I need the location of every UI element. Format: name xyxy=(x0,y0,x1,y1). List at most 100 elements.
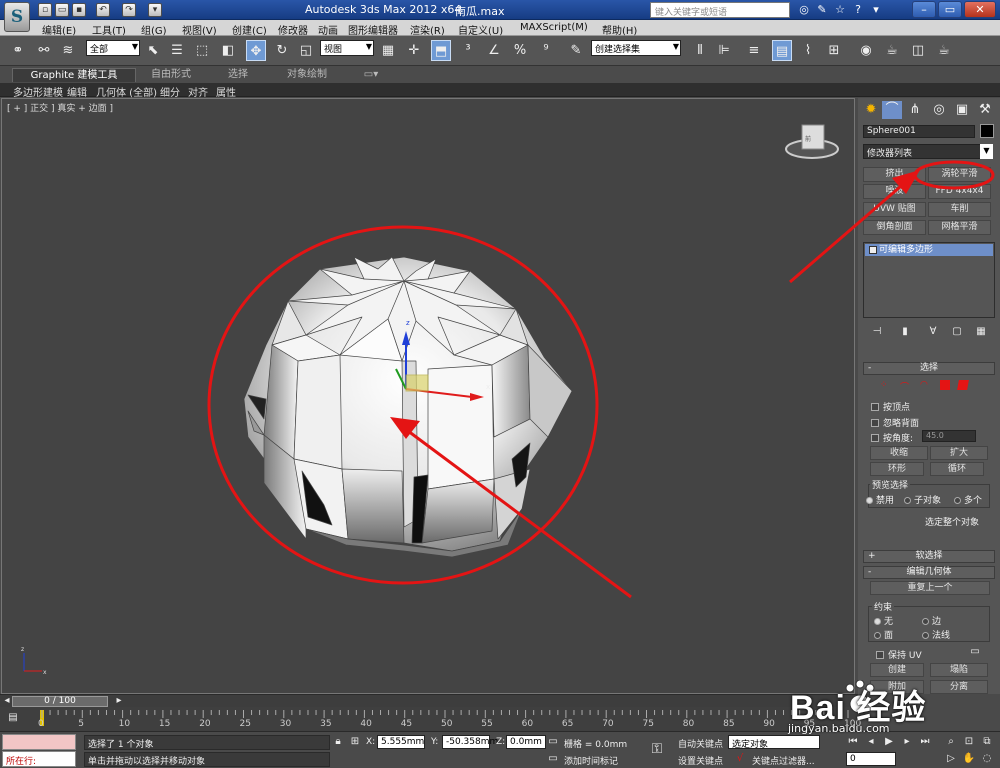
named-selection-dropdown[interactable]: 创建选择集 xyxy=(591,40,681,56)
spinner-snap-icon[interactable]: ⁹ xyxy=(536,40,556,61)
undo-icon[interactable]: ↶ xyxy=(96,3,110,17)
viewport-front[interactable]: z x 前 x z [ + ] 正交 ] 真实 + 边面 ] xyxy=(1,98,855,694)
time-tag-icon[interactable]: ▭ xyxy=(546,752,560,766)
tab-object-paint[interactable]: 对象绘制 xyxy=(280,68,334,82)
menu-group[interactable]: 组(G) xyxy=(141,22,167,37)
snap-3d-icon[interactable]: ³ xyxy=(458,40,478,61)
select-and-move-icon[interactable]: ✥ xyxy=(246,40,266,61)
tab-freeform[interactable]: 自由形式 xyxy=(144,68,198,82)
key-icon[interactable]: ✎ xyxy=(815,3,829,17)
orbit-icon[interactable]: ◌ xyxy=(980,752,994,766)
graphite-toggle-icon[interactable]: ▤ xyxy=(772,40,792,61)
shrink-button[interactable]: 收缩 xyxy=(870,446,928,460)
attach-button[interactable]: 附加 xyxy=(870,680,924,694)
render-production-icon[interactable]: ☕ xyxy=(934,40,954,61)
spinner-icon[interactable]: ▭ xyxy=(546,735,560,749)
by-angle-checkbox[interactable]: 按角度: xyxy=(871,431,913,444)
key-filters-button[interactable]: 关键点过滤器... xyxy=(752,754,815,767)
rectangle-selection-icon[interactable]: ⬚ xyxy=(192,40,212,61)
binoculars-icon[interactable]: ◎ xyxy=(797,3,811,17)
pin-stack-icon[interactable]: ⊣ xyxy=(868,326,886,340)
constraint-face-radio[interactable]: 面 xyxy=(874,628,893,641)
pivot-center-icon[interactable]: ▦ xyxy=(378,40,398,61)
menu-tools[interactable]: 工具(T) xyxy=(92,22,126,37)
loop-button[interactable]: 循环 xyxy=(930,462,984,476)
mirror-icon[interactable]: ⫴ xyxy=(690,40,710,61)
preview-disabled-radio[interactable]: 禁用 xyxy=(866,493,894,506)
create-button[interactable]: 创建 xyxy=(870,663,924,677)
settings-box-icon[interactable]: ▭ xyxy=(968,645,982,659)
previous-frame-icon[interactable]: ◂ xyxy=(864,735,878,749)
reference-coordinate-dropdown[interactable]: 视图 xyxy=(320,40,374,56)
close-button[interactable]: ✕ xyxy=(964,1,996,18)
new-icon[interactable]: ▫ xyxy=(38,3,52,17)
z-coordinate-field[interactable]: 0.0mm xyxy=(506,735,546,749)
preserve-uv-checkbox[interactable]: 保持 UV xyxy=(876,648,922,661)
lock-icon[interactable]: 🔒︎ xyxy=(331,735,345,749)
select-and-scale-icon[interactable]: ◱ xyxy=(296,40,316,61)
maxscript-running-field[interactable]: 所在行: xyxy=(2,751,76,767)
viewport-label[interactable]: [ + ] 正交 ] 真实 + 边面 ] xyxy=(7,101,113,114)
open-icon[interactable]: ▭ xyxy=(55,3,69,17)
schematic-view-icon[interactable]: ⊞ xyxy=(824,40,844,61)
unlink-icon[interactable]: ⚯ xyxy=(34,40,54,61)
tab-graphite[interactable]: Graphite 建模工具 xyxy=(12,68,136,82)
menu-graph-editors[interactable]: 图形编辑器 xyxy=(348,22,398,37)
menu-edit[interactable]: 编辑(E) xyxy=(42,22,76,37)
angle-value-field[interactable]: 45.0 xyxy=(922,430,976,442)
border-mode-icon[interactable]: ◠ xyxy=(920,380,930,390)
bind-spacewarp-icon[interactable]: ≋ xyxy=(58,40,78,61)
select-and-manipulate-icon[interactable]: ✛ xyxy=(404,40,424,61)
current-frame-field[interactable]: 0 xyxy=(846,752,896,766)
menu-create[interactable]: 创建(C) xyxy=(232,22,267,37)
panel-polygon-modeling[interactable]: 多边形建模 xyxy=(13,84,63,99)
panel-subdivision[interactable]: 细分 xyxy=(160,84,180,99)
key-curve-icon[interactable]: √ xyxy=(733,752,747,766)
maxscript-listener-input[interactable] xyxy=(2,734,76,750)
go-to-start-icon[interactable]: ⏮ xyxy=(846,735,860,749)
rollout-edit-geometry-header[interactable]: - 编辑几何体 xyxy=(863,566,995,579)
ribbon-options-icon[interactable]: ▭▾ xyxy=(360,68,382,82)
preview-subobject-radio[interactable]: 子对象 xyxy=(904,493,941,506)
menu-modifiers[interactable]: 修改器 xyxy=(278,22,308,37)
configure-modifier-sets-icon[interactable]: ▦ xyxy=(972,326,990,340)
make-unique-icon[interactable]: ∀ xyxy=(924,326,942,340)
show-end-result-icon[interactable]: ▮ xyxy=(896,326,914,340)
grow-button[interactable]: 扩大 xyxy=(930,446,988,460)
selection-filter-dropdown[interactable]: 全部 xyxy=(86,40,140,56)
auto-key-button[interactable]: 自动关键点 xyxy=(678,737,723,750)
curve-editor-icon[interactable]: ⌇ xyxy=(798,40,818,61)
x-coordinate-field[interactable]: 5.555mm xyxy=(377,735,425,749)
menu-help[interactable]: 帮助(H) xyxy=(602,22,637,37)
y-coordinate-field[interactable]: -50.358mm xyxy=(442,735,498,749)
menu-maxscript[interactable]: MAXScript(M) xyxy=(520,22,588,33)
add-time-tag-label[interactable]: 添加时间标记 xyxy=(564,754,618,767)
zoom-all-icon[interactable]: ⊡ xyxy=(962,735,976,749)
search-input[interactable]: 键入关键字或短语 xyxy=(650,2,790,18)
maximize-viewport-icon[interactable]: ⧉ xyxy=(980,735,994,749)
slider-right-icon[interactable]: ▸ xyxy=(112,694,126,708)
pan-icon[interactable]: ✋ xyxy=(962,752,976,766)
vertex-mode-icon[interactable]: ⁘ xyxy=(880,380,890,390)
time-slider[interactable]: ◂ 0 / 100 ▸ xyxy=(0,694,858,707)
align-icon[interactable]: ⊫ xyxy=(714,40,734,61)
edge-mode-icon[interactable]: ⌒ xyxy=(900,380,910,393)
track-bar[interactable]: ▤ 0 5 10 15 20 25 30 35 40 45 50 55 60 65 70 75 80 85 90 95… xyxy=(0,707,861,731)
select-and-rotate-icon[interactable]: ↻ xyxy=(272,40,292,61)
viewport-canvas[interactable]: z x 前 x z xyxy=(2,99,855,694)
rendered-frame-icon[interactable]: ◫ xyxy=(908,40,928,61)
dropdown-icon[interactable]: ▾ xyxy=(148,3,162,17)
render-setup-icon[interactable]: ☕ xyxy=(882,40,902,61)
menu-customize[interactable]: 自定义(U) xyxy=(458,22,503,37)
rollout-selection-header[interactable]: - 选择 xyxy=(863,362,995,375)
tab-selection[interactable]: 选择 xyxy=(220,68,256,82)
rollout-soft-selection-header[interactable]: + 软选择 xyxy=(863,550,995,563)
panel-geometry[interactable]: 几何体 (全部) xyxy=(96,84,157,99)
help-dropdown-icon[interactable]: ▾ xyxy=(869,3,883,17)
constraint-none-radio[interactable]: 无 xyxy=(874,614,893,627)
app-logo[interactable]: S xyxy=(4,2,30,32)
link-icon[interactable]: ⚭ xyxy=(8,40,28,61)
collapse-button[interactable]: 塌陷 xyxy=(930,663,988,677)
key-icon[interactable]: ⚿ xyxy=(650,742,664,756)
percent-snap-icon[interactable]: % xyxy=(510,40,530,61)
